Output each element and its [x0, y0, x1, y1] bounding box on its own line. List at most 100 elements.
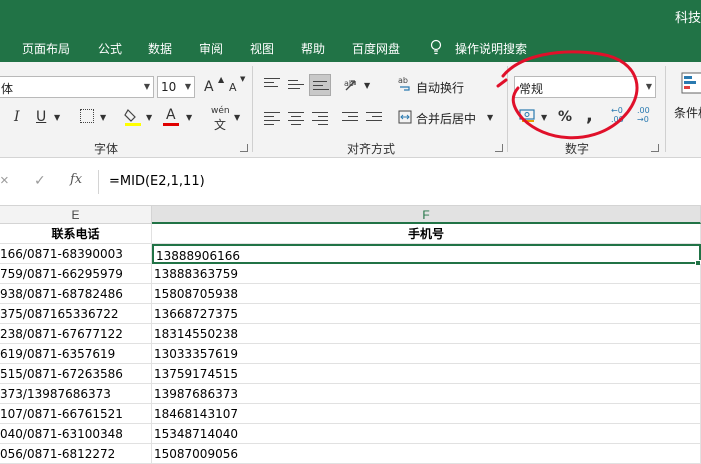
svg-text:ab: ab [344, 79, 354, 88]
number-format-value: 常规 [519, 82, 544, 96]
cell-f[interactable]: 15348714040 [152, 424, 701, 444]
chevron-down-icon: ▼ [184, 82, 191, 91]
cell-e[interactable]: 619/0871-6357619 [0, 344, 152, 364]
cancel-icon[interactable]: × [0, 172, 9, 189]
decrease-indent-icon[interactable] [342, 112, 358, 124]
tab-page-layout[interactable]: 页面布局 [22, 40, 70, 57]
tab-baidu-netdisk[interactable]: 百度网盘 [352, 40, 400, 57]
font-color-button[interactable]: A [166, 107, 176, 123]
chevron-down-icon: ▼ [645, 82, 652, 91]
align-bottom-button[interactable] [309, 74, 331, 96]
active-cell-f[interactable]: 13888906166 [152, 244, 701, 264]
cell-f[interactable]: 13668727375 [152, 304, 701, 324]
merge-center-button[interactable]: 合并后居中 [416, 110, 476, 127]
chevron-down-icon[interactable]: ▼ [541, 113, 547, 122]
chevron-down-icon[interactable]: ▼ [146, 113, 152, 122]
cell-f[interactable]: 18314550238 [152, 324, 701, 344]
ribbon-tabs: 页面布局 公式 数据 审阅 视图 帮助 百度网盘 操作说明搜索 [0, 32, 701, 62]
cell-f[interactable]: 13888363759 [152, 264, 701, 284]
font-dialog-launcher-icon[interactable] [240, 144, 248, 152]
number-format-box[interactable]: 常规 ▼ [514, 76, 656, 98]
cell-e[interactable]: 938/0871-68782486 [0, 284, 152, 304]
wrap-text-button[interactable]: 自动换行 [416, 79, 464, 96]
cell-f[interactable]: 15087009056 [152, 444, 701, 464]
title-bar: 科技 [0, 0, 701, 32]
wrap-text-icon: ab [398, 76, 410, 91]
cell-e[interactable]: 107/0871-66761521 [0, 404, 152, 424]
cell-e[interactable]: 040/0871-63100348 [0, 424, 152, 444]
worksheet-grid: E F 联系电话 手机号 166/0871-68390003 1388890616… [0, 206, 701, 464]
window-title: 科技 [674, 11, 701, 26]
tab-view[interactable]: 视图 [250, 40, 274, 57]
phonetic-button[interactable]: wén [211, 106, 230, 116]
chevron-down-icon[interactable]: ▼ [100, 113, 106, 122]
group-label-number: 数字 [565, 142, 590, 156]
font-name-box[interactable]: 体 ▼ [0, 76, 154, 98]
tab-data[interactable]: 数据 [148, 40, 172, 57]
column-header-f[interactable]: F [152, 206, 701, 224]
header-cell-e[interactable]: 联系电话 [0, 224, 152, 244]
header-cell-f[interactable]: 手机号 [152, 224, 701, 244]
cell-e[interactable]: 238/0871-67677122 [0, 324, 152, 344]
align-right-icon[interactable] [312, 112, 328, 125]
chevron-down-icon[interactable]: ▼ [487, 113, 493, 122]
tab-review[interactable]: 审阅 [199, 40, 223, 57]
increase-indent-icon[interactable] [366, 112, 382, 124]
tell-me-search[interactable]: 操作说明搜索 [455, 40, 527, 57]
cell-f[interactable]: 13033357619 [152, 344, 701, 364]
enter-icon[interactable]: ✓ [34, 172, 46, 189]
cell-e[interactable]: 166/0871-68390003 [0, 244, 152, 264]
formula-bar: × ✓ fx =MID(E2,1,11) [0, 158, 701, 206]
grow-font-button[interactable]: A [204, 79, 214, 95]
chevron-down-icon[interactable]: ▼ [54, 113, 60, 122]
column-header-e[interactable]: E [0, 206, 152, 224]
currency-format-icon[interactable] [519, 108, 537, 124]
insert-function-button[interactable]: fx [70, 172, 82, 187]
cell-e[interactable]: 759/0871-66295979 [0, 264, 152, 284]
formula-bar-controls: × ✓ fx [0, 168, 96, 194]
chevron-down-icon: ▼ [143, 82, 150, 91]
merge-center-icon [398, 110, 412, 124]
fill-color-icon[interactable] [124, 107, 142, 127]
cell-e[interactable]: 515/0871-67263586 [0, 364, 152, 384]
cell-f[interactable]: 15808705938 [152, 284, 701, 304]
cell-e[interactable]: 375/087165336722 [0, 304, 152, 324]
chevron-down-icon[interactable]: ▼ [186, 113, 192, 122]
decrease-decimal-icon[interactable]: .00 →0 [637, 106, 650, 124]
group-divider [665, 66, 666, 152]
align-center-icon[interactable] [288, 112, 304, 125]
align-left-icon[interactable] [264, 112, 280, 125]
shrink-font-button[interactable]: A [229, 81, 237, 94]
underline-button[interactable]: U [36, 109, 46, 125]
number-dialog-launcher-icon[interactable] [651, 144, 659, 152]
orientation-icon[interactable]: ab [343, 76, 361, 94]
cell-f[interactable]: 13987686373 [152, 384, 701, 404]
borders-icon[interactable] [80, 109, 94, 123]
align-middle-icon[interactable] [288, 80, 304, 92]
cell-f[interactable]: 18468143107 [152, 404, 701, 424]
cell-e[interactable]: 373/13987686373 [0, 384, 152, 404]
font-size-box[interactable]: 10 ▼ [157, 76, 195, 98]
align-top-icon[interactable] [264, 78, 280, 90]
group-label-font: 字体 [94, 142, 119, 156]
formula-input[interactable]: =MID(E2,1,11) [98, 170, 698, 194]
chevron-down-icon[interactable]: ▼ [364, 81, 370, 90]
phonetic-icon: 文 [214, 118, 227, 132]
group-label-alignment: 对齐方式 [347, 142, 396, 156]
comma-style-button[interactable]: , [586, 105, 593, 126]
font-color-bar [163, 123, 179, 126]
tab-formulas[interactable]: 公式 [98, 40, 122, 57]
shrink-arrow-icon: ▼ [240, 75, 246, 83]
chevron-down-icon[interactable]: ▼ [234, 113, 240, 122]
percent-style-button[interactable]: % [558, 109, 572, 125]
tab-help[interactable]: 帮助 [301, 40, 325, 57]
lightbulb-icon [430, 39, 442, 55]
grow-arrow-icon: ▲ [218, 75, 225, 84]
cell-e[interactable]: 056/0871-6812272 [0, 444, 152, 464]
alignment-dialog-launcher-icon[interactable] [495, 144, 503, 152]
increase-decimal-icon[interactable]: ←0.00 [611, 106, 624, 124]
conditional-format-icon[interactable] [681, 72, 701, 94]
italic-button[interactable]: I [14, 109, 20, 125]
conditional-format-button[interactable]: 条件格 [674, 104, 701, 121]
cell-f[interactable]: 13759174515 [152, 364, 701, 384]
